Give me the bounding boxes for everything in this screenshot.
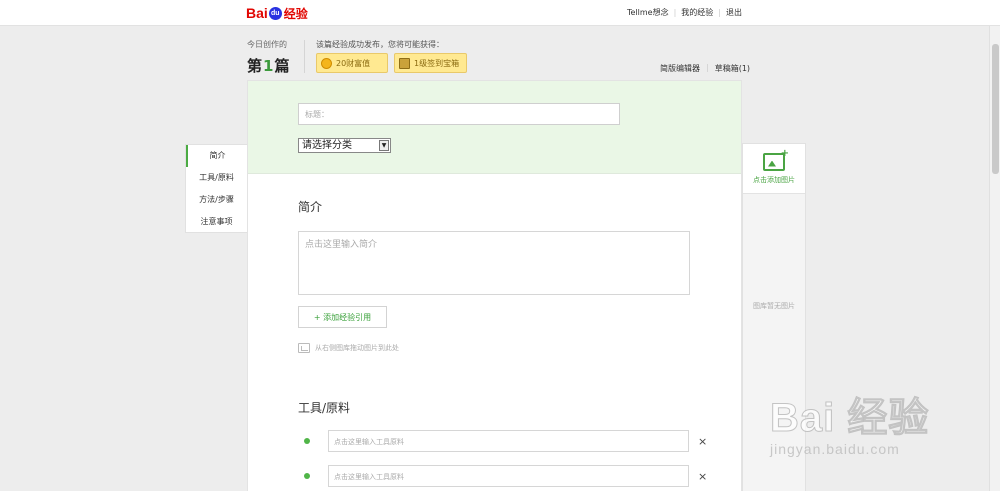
- user-links: Tellme想念 | 我的经验 | 退出: [627, 7, 742, 18]
- intro-input[interactable]: 点击这里输入简介: [298, 231, 690, 295]
- sign-box-badge-label: 1级签到宝箱: [414, 58, 460, 68]
- link-separator: |: [673, 8, 677, 17]
- drag-image-hint-text: 从右侧图库拖动图片到此处: [315, 344, 399, 352]
- baidu-watermark: Bai 经验 jingyan.baidu.com: [770, 385, 980, 458]
- logo-bai: Bai: [246, 5, 268, 21]
- add-image-label: 点击添加图片: [753, 175, 795, 184]
- username-link[interactable]: Tellme想念: [627, 7, 669, 18]
- nav-item-notes[interactable]: 注意事项: [186, 211, 247, 233]
- treasure-box-icon: [399, 57, 410, 69]
- section-nav: 简介 工具/原料 方法/步骤 注意事项: [185, 144, 248, 233]
- watermark-url: jingyan.baidu.com: [770, 441, 900, 457]
- link-separator: |: [706, 63, 709, 72]
- add-reference-button[interactable]: + 添加经验引用: [298, 306, 387, 328]
- close-icon[interactable]: ×: [698, 435, 707, 448]
- coin-icon: [321, 57, 332, 69]
- sign-box-badge: 1级签到宝箱: [394, 53, 467, 73]
- title-category-area: 标题： 请选择分类 ▼: [248, 81, 741, 174]
- bullet-dot: [304, 473, 310, 479]
- count-value: 1: [263, 57, 275, 75]
- tools-title: 工具/原料: [298, 401, 351, 415]
- gallery-empty-text: 图库暂无图片: [753, 302, 795, 310]
- top-bar: Bai du 经验 Tellme想念 | 我的经验 | 退出: [0, 0, 1000, 26]
- close-icon[interactable]: ×: [698, 470, 707, 483]
- category-selected: 请选择分类: [302, 140, 352, 151]
- editor-panel: 标题： 请选择分类 ▼ 简介 点击这里输入简介 + 添加经验引用 从右侧图库拖动…: [247, 80, 742, 491]
- watermark-brand: Bai 经验: [770, 396, 930, 441]
- title-input[interactable]: 标题：: [298, 103, 620, 125]
- drafts-link[interactable]: 草稿箱(1): [715, 63, 750, 74]
- intro-title: 简介: [298, 200, 323, 214]
- image-icon: [298, 343, 310, 353]
- tool-input[interactable]: 点击这里输入工具原料: [328, 430, 689, 452]
- tool-row: 点击这里输入工具原料 ×: [304, 465, 707, 487]
- count-prefix: 第: [247, 57, 264, 75]
- editor-links: 简版编辑器 | 草稿箱(1): [660, 63, 750, 74]
- nav-item-intro[interactable]: 简介: [186, 145, 247, 167]
- today-stats: 今日创作的 第1篇: [247, 39, 290, 76]
- my-experience-link[interactable]: 我的经验: [681, 7, 713, 18]
- reward-text: 该篇经验成功发布，您将可能获得：: [316, 40, 444, 49]
- today-label: 今日创作的: [247, 40, 287, 49]
- wealth-badge-label: 20财富值: [336, 58, 371, 68]
- category-select[interactable]: 请选择分类 ▼: [298, 138, 391, 153]
- divider: [304, 40, 305, 73]
- simple-editor-link[interactable]: 简版编辑器: [660, 63, 700, 74]
- today-count: 第1篇: [247, 55, 290, 76]
- nav-item-tools[interactable]: 工具/原料: [186, 167, 247, 189]
- baidu-jingyan-logo[interactable]: Bai du 经验: [246, 5, 308, 21]
- add-image-button[interactable]: 点击添加图片: [743, 144, 805, 194]
- baidu-paw-icon: du: [268, 6, 282, 20]
- add-image-icon: [763, 148, 789, 171]
- tool-input[interactable]: 点击这里输入工具原料: [328, 465, 689, 487]
- logo-jingyan: 经验: [283, 6, 308, 21]
- scrollbar-thumb[interactable]: [992, 44, 999, 174]
- bullet-dot: [304, 438, 310, 444]
- tool-row: 点击这里输入工具原料 ×: [304, 430, 707, 452]
- chevron-down-icon[interactable]: ▼: [379, 140, 389, 151]
- logout-link[interactable]: 退出: [726, 7, 742, 18]
- nav-item-steps[interactable]: 方法/步骤: [186, 189, 247, 211]
- drag-image-hint: 从右侧图库拖动图片到此处: [298, 343, 399, 353]
- page-scrollbar[interactable]: [989, 26, 1000, 491]
- wealth-badge: 20财富值: [316, 53, 388, 73]
- link-separator: |: [718, 8, 721, 17]
- count-suffix: 篇: [274, 57, 291, 75]
